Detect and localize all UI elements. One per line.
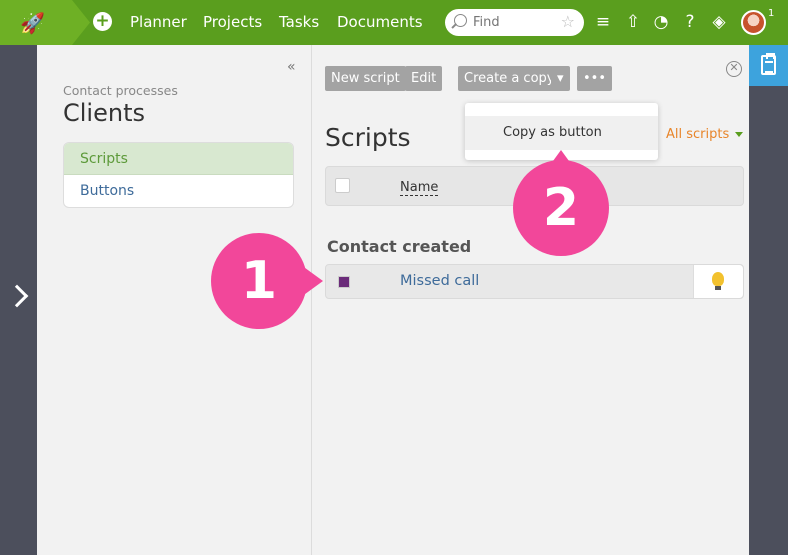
page-title: Clients	[63, 99, 145, 127]
callout-pointer	[301, 265, 323, 297]
expand-arrow-icon[interactable]	[5, 284, 29, 308]
rocket-icon[interactable]: ⇧	[623, 12, 643, 32]
callout-number: 2	[542, 178, 580, 238]
clipboard-icon	[761, 53, 776, 75]
star-icon[interactable]: ☆	[561, 12, 575, 31]
callout-2: 2	[513, 150, 609, 256]
layers-icon[interactable]: ◈	[709, 12, 729, 32]
clipboard-tab[interactable]	[749, 45, 788, 86]
callout-1: 1	[211, 233, 323, 329]
menu-icon[interactable]: ≡	[593, 12, 613, 32]
select-all-checkbox[interactable]	[335, 178, 350, 193]
nav-documents[interactable]: Documents	[337, 13, 423, 31]
column-name-header[interactable]: Name	[400, 180, 439, 196]
nav-projects[interactable]: Projects	[203, 13, 262, 31]
edit-button[interactable]: Edit	[405, 66, 443, 91]
sidebar-item-buttons[interactable]: Buttons	[64, 175, 293, 207]
app-logo[interactable]: 🚀	[0, 0, 72, 45]
create-copy-button[interactable]: Create a copy	[458, 66, 561, 91]
more-button[interactable]: •••	[577, 66, 613, 91]
rocket-logo-icon: 🚀	[20, 11, 45, 35]
right-rail	[749, 45, 788, 555]
color-swatch	[338, 276, 350, 288]
section-heading: Scripts	[325, 123, 411, 152]
table-row[interactable]: Missed call	[325, 264, 744, 299]
logo-chevron	[66, 0, 90, 45]
breadcrumb[interactable]: Contact processes	[63, 83, 178, 98]
filter-label: All scripts	[666, 127, 730, 142]
new-script-button[interactable]: New script	[325, 66, 406, 91]
search-box: ☆	[445, 9, 584, 36]
sidebar-menu: Scripts Buttons	[63, 142, 294, 208]
collapse-icon[interactable]: «	[287, 59, 296, 75]
callout-number: 1	[240, 251, 278, 311]
script-link[interactable]: Missed call	[400, 273, 479, 289]
copy-dropdown-button[interactable]: ▾	[551, 66, 570, 91]
hint-button[interactable]	[693, 265, 743, 298]
close-icon[interactable]: ✕	[726, 61, 742, 77]
filter-dropdown[interactable]: All scripts	[666, 127, 744, 142]
copy-as-button-option[interactable]: Copy as button	[465, 116, 658, 150]
nav-planner[interactable]: Planner	[130, 13, 187, 31]
timer-icon[interactable]: ◔	[651, 12, 671, 32]
search-input[interactable]	[473, 13, 553, 32]
top-navbar: 🚀 + Planner Projects Tasks Documents ☆ ≡…	[0, 0, 788, 45]
callout-pointer	[545, 150, 577, 172]
avatar[interactable]	[741, 10, 766, 35]
sidebar-item-scripts[interactable]: Scripts	[64, 143, 293, 175]
nav-tasks[interactable]: Tasks	[279, 13, 319, 31]
lightbulb-icon	[712, 272, 724, 290]
group-title: Contact created	[327, 237, 472, 256]
chevron-down-icon	[735, 132, 744, 137]
add-icon[interactable]: +	[93, 12, 112, 31]
notification-badge: 1	[768, 8, 775, 19]
help-icon[interactable]: ?	[680, 12, 700, 32]
search-icon	[454, 14, 467, 27]
left-rail	[0, 45, 37, 555]
